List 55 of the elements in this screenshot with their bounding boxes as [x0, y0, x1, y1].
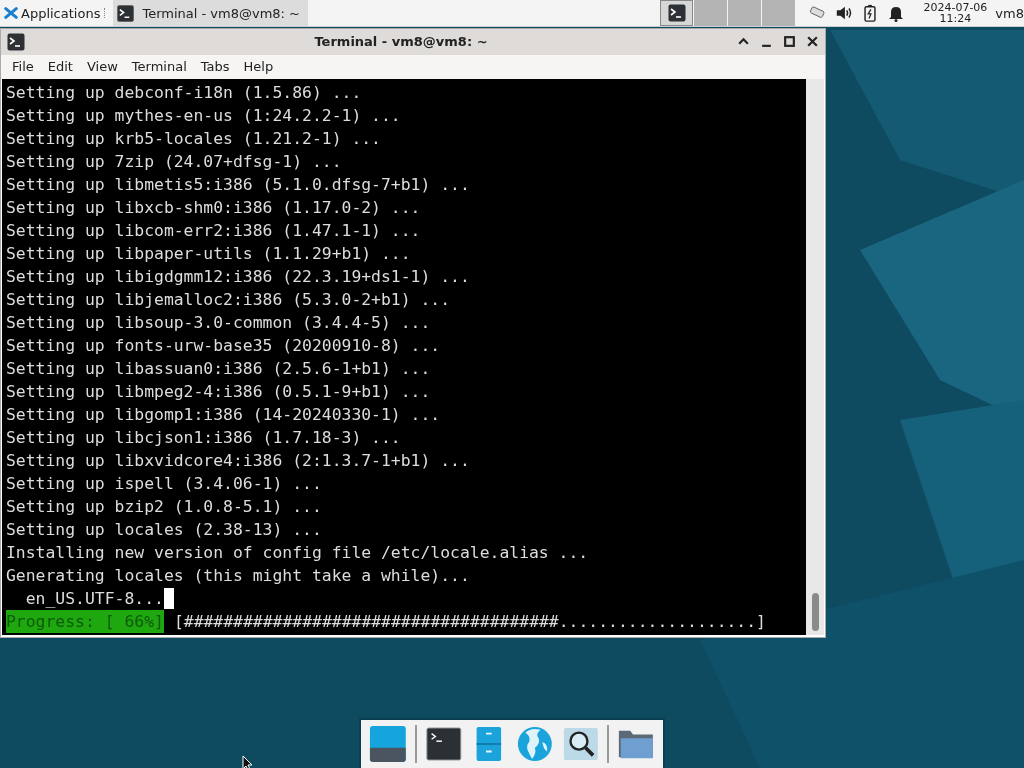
terminal-line: Setting up libxvidcore4:i386 (2:1.3.7-1+b1) ...	[6, 450, 471, 472]
terminal-line: Generating locales (this might take a while)...	[6, 565, 471, 587]
workspace-button[interactable]	[660, 0, 694, 26]
terminal-line: Setting up libcjson1:i386 (1.7.18-3) ...	[6, 427, 402, 449]
terminal-line: Installing new version of config file /etc/locale.alias ...	[6, 542, 590, 564]
terminal-line: Setting up bzip2 (1.0.8-5.1) ...	[6, 496, 323, 518]
terminal-icon	[117, 4, 135, 22]
terminal-line: Setting up libmetis5:i386 (5.1.0.dfsg-7+b1) ...	[6, 174, 471, 196]
maximize-icon[interactable]	[783, 35, 796, 49]
terminal-line: Setting up libcom-err2:i386 (1.47.1-1) ...	[6, 220, 422, 242]
terminal-line: en_US.UTF-8...	[24, 588, 164, 610]
clock-time: 11:24	[939, 13, 972, 24]
terminal-icon[interactable]	[7, 33, 25, 51]
globe-icon[interactable]	[516, 724, 554, 764]
applications-menu[interactable]: Applications	[0, 0, 103, 26]
window-title: Terminal - vm8@vm8: ~	[313, 34, 489, 50]
terminal-line: Setting up libmpeg2-4:i386 (0.5.1-9+b1) ...	[6, 381, 432, 403]
progress-bar-text: [######################################....................]	[173, 611, 766, 633]
terminal-line: Setting up libjemalloc2:i386 (5.3.0-2+b1) ...	[6, 289, 452, 311]
terminal-line: Setting up ispell (3.4.06-1) ...	[6, 473, 323, 495]
scrollbar[interactable]	[806, 79, 824, 635]
progress-label: Progress: [ 66%]	[6, 610, 164, 633]
terminal-line: Setting up libpaper-utils (1.1.29+b1) ...	[6, 243, 412, 265]
clock[interactable]: 2024-07-06 11:24	[923, 2, 988, 24]
menu-item[interactable]: Terminal	[124, 59, 194, 75]
clock-date: 2024-07-06	[923, 2, 988, 13]
cursor	[163, 588, 174, 609]
terminal-line: Setting up fonts-urw-base35 (20200910-8) ...	[6, 335, 442, 357]
terminal-line: Setting up mythes-en-us (1:24.2.2-1) ...	[6, 105, 402, 127]
scroll-thumb[interactable]	[811, 593, 819, 631]
menu-item[interactable]: Tabs	[193, 59, 237, 75]
terminal-line: Setting up libgomp1:i386 (14-20240330-1) ...	[6, 404, 442, 426]
terminal-line: Setting up libigdgmm12:i386 (22.3.19+ds1-1) ...	[6, 266, 471, 288]
terminal-line: Setting up krb5-locales (1.21.2-1) ...	[6, 128, 382, 150]
terminal-line: Setting up libxcb-shm0:i386 (1.17.0-2) ...	[6, 197, 422, 219]
notification-bell-icon[interactable]	[887, 4, 906, 22]
user-name[interactable]: vm8	[995, 5, 1024, 21]
menu-item[interactable]: Help	[236, 59, 281, 75]
xfce-logo-icon	[4, 6, 18, 20]
terminal-icon[interactable]	[424, 724, 463, 764]
close-icon[interactable]	[806, 35, 819, 49]
taskbar-button[interactable]: Terminal - vm8@vm8: ~	[113, 0, 308, 26]
menu-item[interactable]: Edit	[40, 59, 80, 75]
terminal-line: Setting up locales (2.38-13) ...	[6, 519, 323, 541]
terminal-line: Setting up libassuan0:i386 (2.5.6-1+b1) ...	[6, 358, 432, 380]
terminal-line: Setting up debconf-i18n (1.5.86) ...	[6, 82, 363, 104]
menu-item[interactable]: View	[79, 59, 125, 75]
terminal-icon	[667, 4, 686, 22]
terminal-line: Setting up libsoup-3.0-common (3.4.4-5) ...	[6, 312, 432, 334]
applications-label: Applications	[21, 5, 101, 21]
volume-icon[interactable]	[835, 4, 854, 22]
menu-item[interactable]: File	[5, 59, 41, 75]
mouse-pointer-icon	[242, 755, 254, 768]
terminal-line: Setting up 7zip (24.07+dfsg-1) ...	[6, 151, 343, 173]
show-desktop-icon[interactable]	[369, 724, 407, 764]
